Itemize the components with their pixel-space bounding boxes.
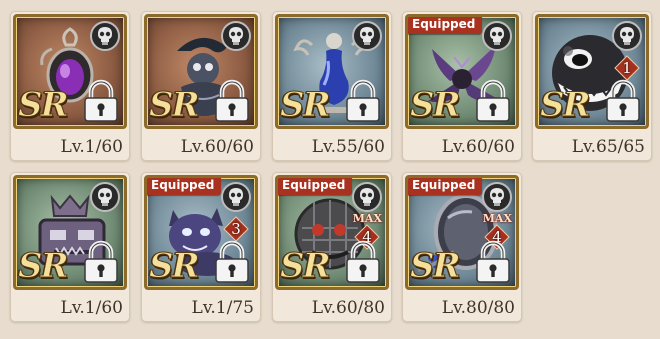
lock-icon[interactable] — [213, 79, 251, 123]
item-thumbnail: SR — [275, 14, 389, 129]
lock-icon[interactable] — [474, 79, 512, 123]
item-card[interactable]: 4 MAX SR Equipped Lv.80/80 — [402, 172, 522, 322]
skull-icon — [90, 21, 120, 51]
lock-icon[interactable] — [344, 240, 382, 284]
item-thumbnail: 4 MAX SR Equipped — [405, 175, 519, 290]
item-card[interactable]: SR Lv.60/60 — [141, 11, 261, 161]
equipped-badge: Equipped — [408, 178, 483, 195]
lock-icon[interactable] — [82, 240, 120, 284]
rarity-badge: SR — [18, 85, 70, 125]
item-level: Lv.1/60 — [60, 137, 123, 157]
skull-icon — [221, 182, 251, 212]
item-grid: SR Lv.1/60 SR Lv.60/60 SR Lv.55/60 SR Equipped L… — [0, 0, 660, 339]
item-thumbnail: SR — [13, 14, 127, 129]
item-level: Lv.65/65 — [571, 137, 645, 157]
lock-icon[interactable] — [474, 240, 512, 284]
item-card[interactable]: SR Lv.55/60 — [272, 11, 392, 161]
lock-icon[interactable] — [344, 79, 382, 123]
rarity-badge: SR — [149, 85, 201, 125]
skull-icon — [612, 21, 642, 51]
item-thumbnail: SR — [13, 175, 127, 290]
item-level: Lv.55/60 — [311, 137, 385, 157]
item-thumbnail: 4 MAX SR Equipped — [275, 175, 389, 290]
rank-number: 3 — [231, 220, 241, 238]
item-card[interactable]: SR Equipped Lv.60/60 — [402, 11, 522, 161]
rarity-badge: SR — [149, 246, 201, 286]
lock-icon[interactable] — [213, 240, 251, 284]
rarity-badge: SR — [280, 246, 332, 286]
rank-badge: 1 — [614, 55, 640, 81]
item-thumbnail: SR Equipped — [405, 14, 519, 129]
max-label: MAX — [482, 212, 512, 225]
item-level: Lv.60/60 — [180, 137, 254, 157]
item-card[interactable]: 3 SR Equipped Lv.1/75 — [141, 172, 261, 322]
equipped-badge: Equipped — [278, 178, 353, 195]
skull-icon — [221, 21, 251, 51]
item-level: Lv.1/75 — [191, 298, 254, 318]
item-level: Lv.1/60 — [60, 298, 123, 318]
rank-badge: 3 — [223, 216, 249, 242]
rarity-badge: SR — [410, 246, 462, 286]
equipped-badge: Equipped — [408, 17, 483, 34]
lock-icon[interactable] — [82, 79, 120, 123]
item-thumbnail: 1 SR — [535, 14, 649, 129]
item-level: Lv.60/80 — [311, 298, 385, 318]
item-thumbnail: SR — [144, 14, 258, 129]
item-card[interactable]: 4 MAX SR Equipped Lv.60/80 — [272, 172, 392, 322]
rarity-badge: SR — [540, 85, 592, 125]
skull-icon — [352, 21, 382, 51]
item-card[interactable]: 1 SR Lv.65/65 — [532, 11, 652, 161]
rarity-badge: SR — [280, 85, 332, 125]
skull-icon — [482, 182, 512, 212]
lock-icon[interactable] — [604, 79, 642, 123]
rank-number: 1 — [622, 59, 632, 77]
skull-icon — [482, 21, 512, 51]
equipped-badge: Equipped — [147, 178, 222, 195]
item-thumbnail: 3 SR Equipped — [144, 175, 258, 290]
item-level: Lv.80/80 — [441, 298, 515, 318]
rarity-badge: SR — [410, 85, 462, 125]
item-card[interactable]: SR Lv.1/60 — [10, 172, 130, 322]
item-card[interactable]: SR Lv.1/60 — [10, 11, 130, 161]
max-label: MAX — [352, 212, 382, 225]
item-level: Lv.60/60 — [441, 137, 515, 157]
rarity-badge: SR — [18, 246, 70, 286]
skull-icon — [90, 182, 120, 212]
skull-icon — [352, 182, 382, 212]
